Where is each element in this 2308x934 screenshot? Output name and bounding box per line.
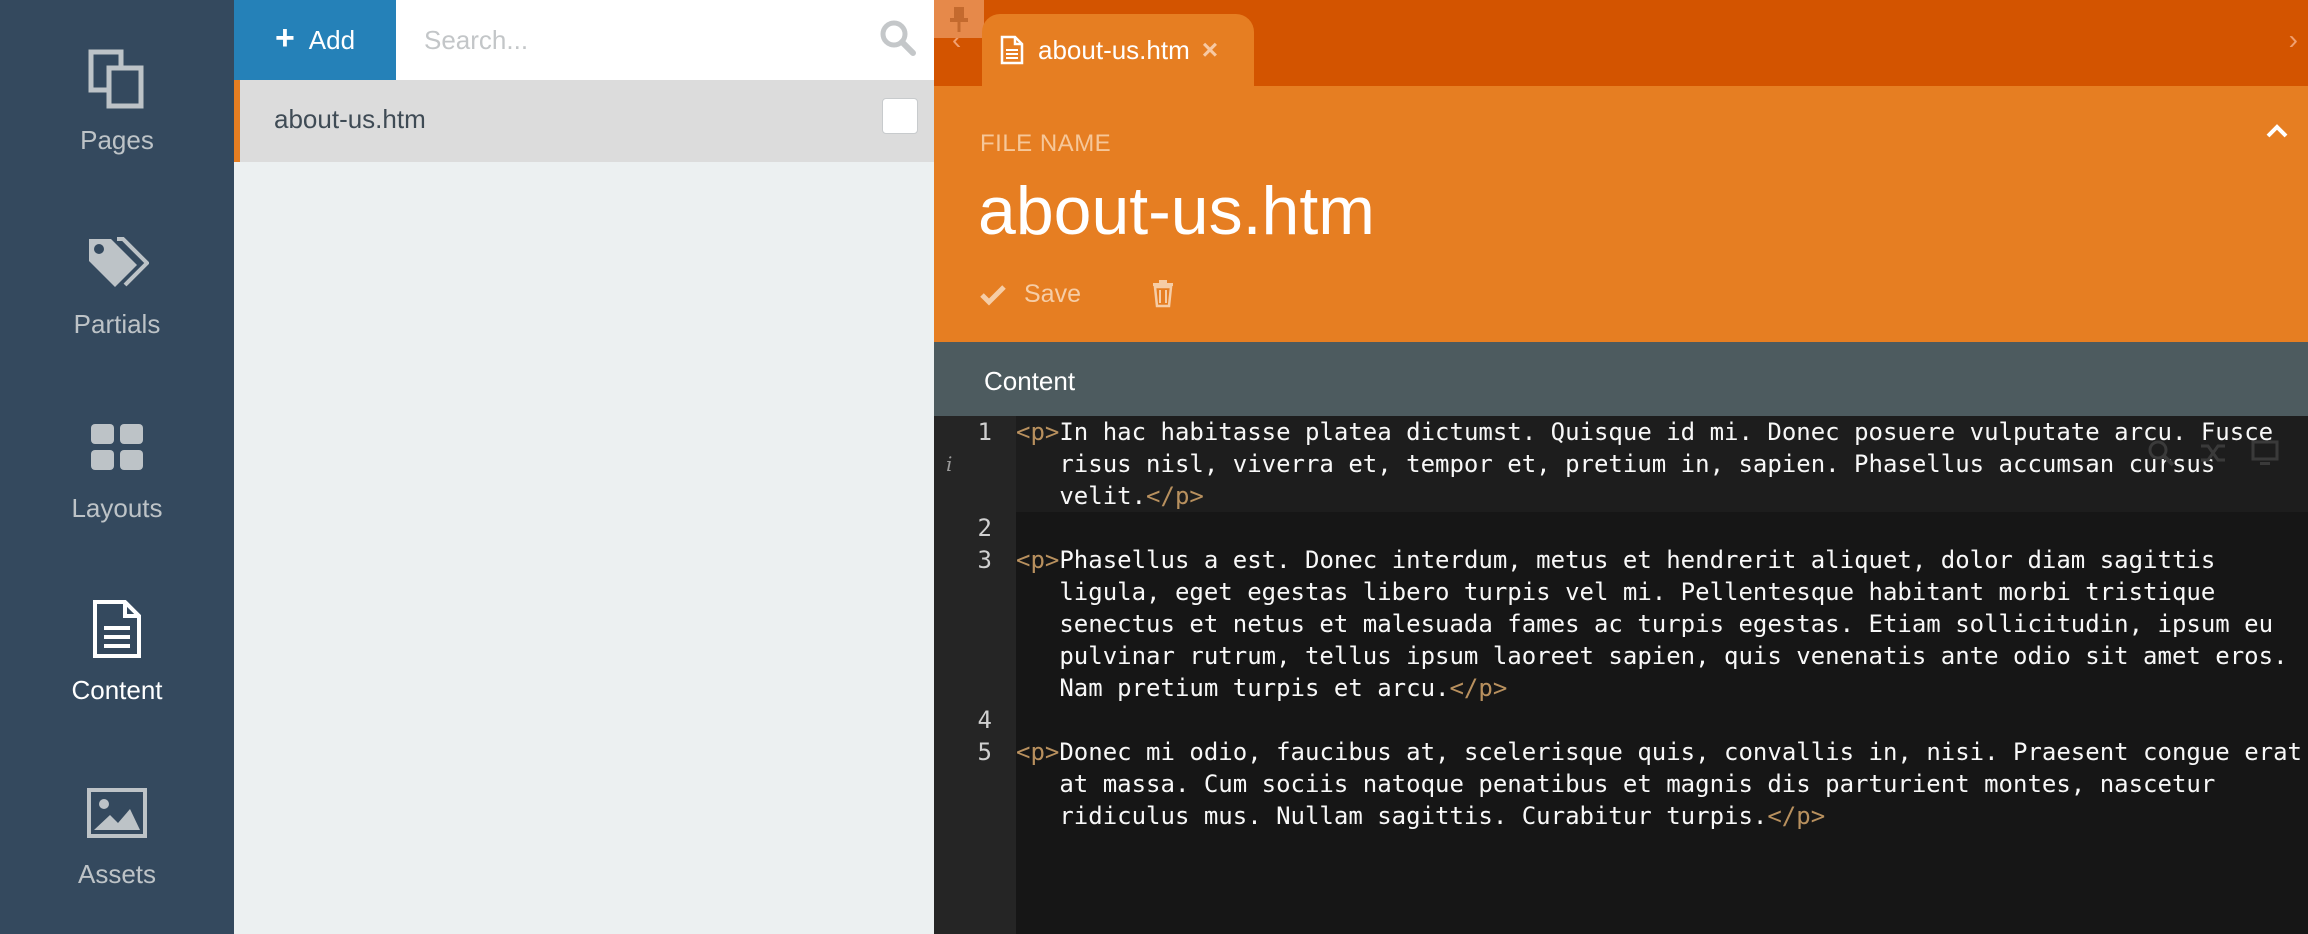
code-line: <p>Donec mi odio, faucibus at, scelerisq… bbox=[1016, 738, 2302, 766]
save-button[interactable]: Save bbox=[980, 280, 1081, 309]
file-name-field[interactable]: about-us.htm bbox=[978, 172, 1375, 250]
nav-item-pages[interactable]: Pages bbox=[0, 10, 234, 192]
trash-icon[interactable] bbox=[1148, 278, 1178, 308]
code-line: senectus et netus et malesuada fames ac … bbox=[1016, 610, 2274, 638]
tab-about-us[interactable]: about-us.htm × bbox=[982, 14, 1254, 86]
monitor-icon[interactable] bbox=[2250, 438, 2280, 468]
code-line: <p>Phasellus a est. Donec interdum, metu… bbox=[1016, 546, 2216, 574]
save-button-label: Save bbox=[1024, 280, 1081, 308]
file-header-panel: FILE NAME about-us.htm Save bbox=[934, 86, 2308, 342]
nav-item-layouts[interactable]: Layouts bbox=[0, 378, 234, 560]
code-line: Nam pretium turpis et arcu.</p> bbox=[1016, 674, 1508, 702]
code-toolbar bbox=[2146, 438, 2280, 468]
nav-label-content: Content bbox=[71, 674, 163, 705]
tags-icon bbox=[85, 231, 149, 295]
tab-bar: ‹ about-us.htm × › bbox=[934, 0, 2308, 86]
nav-label-pages: Pages bbox=[80, 124, 154, 155]
content-section-header: Content bbox=[934, 342, 2308, 416]
nav-label-assets: Assets bbox=[77, 858, 157, 889]
add-button-label: Add bbox=[308, 24, 356, 55]
pin-icon bbox=[950, 7, 968, 32]
info-icon: i bbox=[946, 452, 953, 476]
search-icon[interactable] bbox=[2146, 438, 2176, 468]
code-line: ridiculus mus. Nullam sagittis. Curabitu… bbox=[1016, 802, 1826, 830]
line-number: 2 bbox=[977, 514, 992, 542]
nav-item-content[interactable]: Content bbox=[0, 560, 234, 742]
line-number: 1 bbox=[977, 418, 992, 446]
search-input[interactable] bbox=[396, 0, 934, 80]
plus-icon: + bbox=[274, 19, 295, 57]
search-icon[interactable] bbox=[878, 18, 918, 58]
chevron-up-icon[interactable] bbox=[2262, 116, 2292, 146]
nav-label-layouts: Layouts bbox=[71, 492, 163, 523]
list-toolbar: + Add bbox=[234, 0, 934, 80]
pages-icon bbox=[85, 47, 149, 111]
code-line: pulvinar rutrum, tellus ipsum laoreet sa… bbox=[1016, 642, 2288, 670]
file-name-label: FILE NAME bbox=[980, 130, 1112, 157]
add-button[interactable]: + Add bbox=[234, 0, 396, 80]
line-number: 5 bbox=[977, 738, 992, 766]
layouts-icon bbox=[85, 415, 149, 479]
nav-item-partials[interactable]: Partials bbox=[0, 194, 234, 376]
code-line: risus nisl, viverra et, tempor et, preti… bbox=[1016, 450, 2216, 478]
pin-button[interactable] bbox=[934, 0, 984, 38]
side-nav: Pages Partials Layouts Content Assets bbox=[0, 0, 234, 934]
line-number: 3 bbox=[977, 546, 992, 574]
list-item-label: about-us.htm bbox=[274, 104, 426, 134]
close-icon[interactable]: × bbox=[1202, 34, 1218, 66]
code-line: at massa. Cum sociis natoque penatibus e… bbox=[1016, 770, 2216, 798]
editor-area: ‹ about-us.htm × › FILE NAME about-us.ht… bbox=[934, 0, 2308, 934]
list-item-checkbox[interactable] bbox=[882, 98, 918, 134]
tab-label: about-us.htm bbox=[1038, 34, 1190, 65]
code-line: velit.</p> bbox=[1016, 482, 1204, 510]
content-icon bbox=[85, 597, 149, 661]
file-icon bbox=[1000, 35, 1024, 65]
nav-item-assets[interactable]: Assets bbox=[0, 744, 234, 926]
code-editor[interactable]: i 1 2 3 4 5 <p>In hac habitasse platea d… bbox=[934, 416, 2308, 934]
line-number: 4 bbox=[977, 706, 992, 734]
code-line: ligula, eget egestas libero turpis vel m… bbox=[1016, 578, 2216, 606]
image-icon bbox=[85, 781, 149, 845]
scroll-right-icon[interactable]: › bbox=[2289, 24, 2298, 56]
nav-label-partials: Partials bbox=[73, 308, 161, 339]
file-list-panel: + Add about-us.htm bbox=[234, 0, 934, 934]
list-item[interactable]: about-us.htm bbox=[234, 80, 934, 162]
content-label: Content bbox=[984, 366, 1076, 396]
gutter: i bbox=[934, 416, 1016, 934]
code-line: <p>In hac habitasse platea dictumst. Qui… bbox=[1016, 418, 2274, 446]
check-icon bbox=[980, 284, 1006, 306]
shuffle-icon[interactable] bbox=[2198, 438, 2228, 468]
